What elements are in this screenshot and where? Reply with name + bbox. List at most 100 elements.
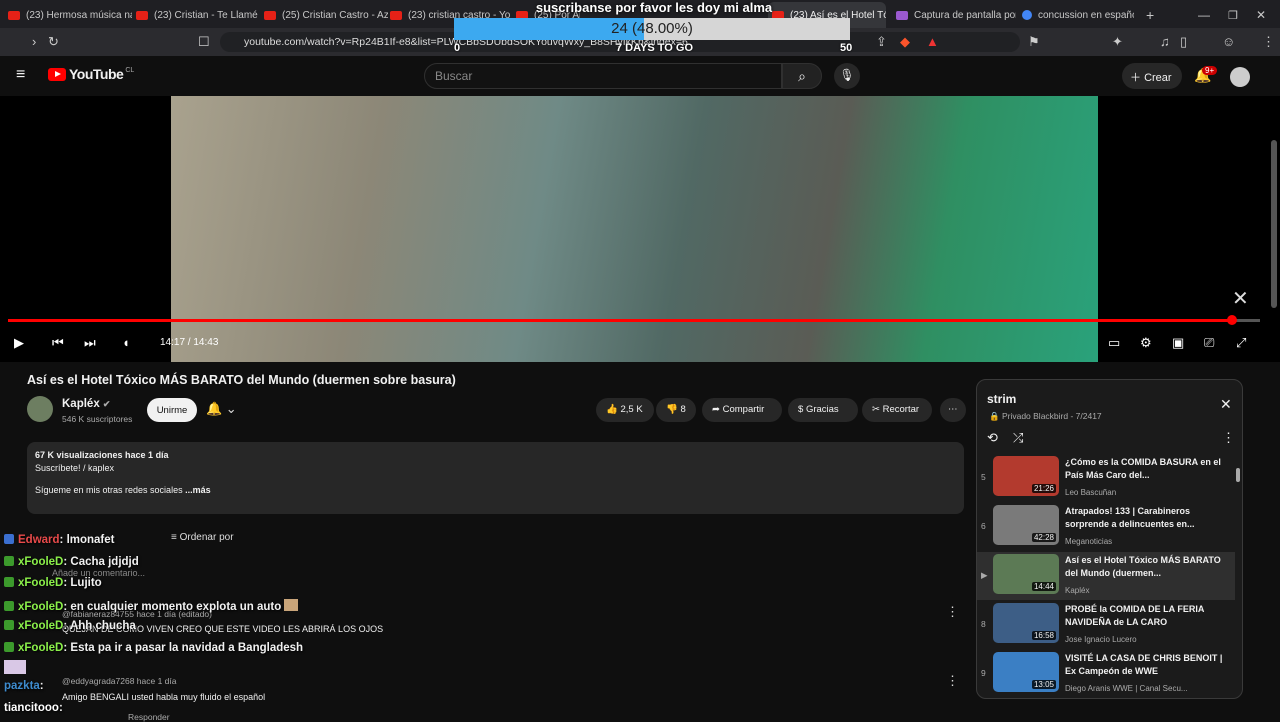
channel-avatar[interactable] xyxy=(27,396,53,422)
comment-menu-icon[interactable]: ⋮ xyxy=(946,673,959,689)
like-button[interactable]: 👍 2,5 K xyxy=(596,398,654,422)
account-avatar[interactable] xyxy=(1230,67,1250,87)
video-title: Así es el Hotel Tóxico MÁS BARATO del Mu… xyxy=(27,373,456,387)
join-button[interactable]: Unirme xyxy=(147,398,197,422)
video-player[interactable]: ✕ ▶ ⏮ ⏭ ◖ 14:17 / 14:43 ▭ ⚙ ▣ ⎚ ⤢ xyxy=(0,96,1280,362)
rewards-icon[interactable]: ▲ xyxy=(926,34,939,49)
chat-message: pazkta: xyxy=(4,680,44,692)
playlist-items: 5 21:26 ¿Cómo es la COMIDA BASURA en el … xyxy=(977,454,1242,698)
comment-menu-icon[interactable]: ⋮ xyxy=(946,604,959,620)
forward-icon[interactable]: › xyxy=(32,34,36,49)
playlist-item[interactable]: 9 13:05 VISITÉ LA CASA DE CHRIS BENOIT |… xyxy=(977,650,1235,698)
playlist-item[interactable]: 8 16:58 PROBÉ la COMIDA DE LA FERIA NAVI… xyxy=(977,601,1235,649)
fullscreen-icon[interactable]: ⤢ xyxy=(1236,335,1246,351)
stream-goal-value: 24 (48.00%) xyxy=(611,20,693,37)
sidebar-icon[interactable]: ▯ xyxy=(1180,34,1187,50)
browser-menu-icon[interactable]: ⋮ xyxy=(1262,34,1275,50)
play-icon[interactable]: ▶ xyxy=(14,335,24,351)
playlist-item-title: VISITÉ LA CASA DE CHRIS BENOIT | Ex Camp… xyxy=(1065,653,1223,676)
thanks-icon: $ xyxy=(798,404,806,415)
theater-mode-icon[interactable]: ▣ xyxy=(1172,335,1184,351)
video-scrubber-handle[interactable] xyxy=(1227,315,1238,325)
playlist-item-channel: Meganoticias xyxy=(1065,537,1113,546)
loop-icon[interactable]: ⟲ xyxy=(987,430,998,446)
youtube-logo[interactable]: YouTube CL xyxy=(48,66,134,82)
browser-tab[interactable]: (25) Cristian Castro - Azul xyxy=(264,4,388,26)
subscription-bell-icon[interactable]: 🔔 ⌄ xyxy=(206,401,237,417)
view-stats: 67 K visualizaciones hace 1 día xyxy=(35,450,169,460)
chat-badge-icon xyxy=(4,620,14,630)
new-tab-icon[interactable]: + xyxy=(1146,4,1154,26)
browser-tab[interactable]: Captura de pantalla por L xyxy=(896,4,1016,26)
browser-tab[interactable]: (23) Cristian - Te Llamé (C xyxy=(136,4,260,26)
browser-tab[interactable]: (23) Hermosa música navi xyxy=(8,4,132,26)
chat-badge-icon xyxy=(4,642,14,652)
hamburger-menu-icon[interactable]: ≡ xyxy=(16,66,25,84)
reload-icon[interactable]: ↻ xyxy=(48,34,59,50)
settings-gear-icon[interactable]: ⚙ xyxy=(1140,335,1152,351)
show-more-link[interactable]: ...más xyxy=(185,485,211,495)
description-line: Suscríbete! / kaplex xyxy=(35,463,115,473)
previous-icon[interactable]: ⏮ xyxy=(52,335,64,351)
dislike-button[interactable]: 👎 8 xyxy=(656,398,696,422)
playlist-item-current[interactable]: ▶ 14:44 Así es el Hotel Tóxico MÁS BARAT… xyxy=(977,552,1235,600)
search-button[interactable]: ⌕ xyxy=(782,63,822,89)
playlist-title[interactable]: strim xyxy=(987,392,1016,406)
share-button[interactable]: ➦ Compartir xyxy=(702,398,782,422)
youtube-favicon-icon xyxy=(136,10,148,20)
chat-badge-icon xyxy=(4,601,14,611)
brave-shield-icon[interactable]: ◆ xyxy=(900,34,910,50)
voice-search-button[interactable]: 🎙 xyxy=(834,63,860,89)
next-icon[interactable]: ⏭ xyxy=(84,335,96,351)
cast-icon[interactable]: ⎚ xyxy=(1204,335,1214,351)
playlist-item-title: PROBÉ la COMIDA DE LA FERIA NAVIDEÑA de … xyxy=(1065,604,1205,627)
search-input[interactable]: Buscar xyxy=(424,63,782,89)
more-actions-button[interactable]: ⋯ xyxy=(940,398,966,422)
description-line: Sígueme en mis otras redes sociales xyxy=(35,485,183,495)
media-icon[interactable]: ♫ xyxy=(1160,34,1170,49)
chat-badge-icon xyxy=(4,577,14,587)
extensions-icon[interactable]: ✦ xyxy=(1112,34,1123,50)
stream-chat-overlay: Edward: lmonafet xFooleD: Cacha jdjdjd x… xyxy=(0,528,310,720)
playlist-meta: 🔒 Privado Blackbird - 7/2417 xyxy=(989,411,1102,421)
bookmark-icon[interactable]: ☐ xyxy=(198,34,210,50)
shuffle-icon[interactable]: ⤮ xyxy=(1013,430,1023,446)
thanks-button[interactable]: $ Gracias xyxy=(788,398,858,422)
chat-message: xFooleD: en cualquier momento explota un… xyxy=(4,599,299,613)
subtitles-icon[interactable]: ▭ xyxy=(1108,335,1120,351)
video-thumbnail: 13:05 xyxy=(993,652,1059,692)
video-progress-bar[interactable] xyxy=(8,315,1260,325)
chat-message: xFooleD: Ahh chucha xyxy=(4,620,136,632)
video-time: 14:17 / 14:43 xyxy=(160,337,219,348)
clip-button[interactable]: ✂ Recortar xyxy=(862,398,932,422)
more-vertical-icon[interactable]: ⋮ xyxy=(1222,430,1235,446)
video-description[interactable]: 67 K visualizaciones hace 1 día Suscríbe… xyxy=(27,442,964,514)
translate-icon[interactable]: ⚑ xyxy=(1028,34,1040,50)
profile-icon[interactable]: ☺ xyxy=(1222,34,1235,49)
video-thumbnail: 42:28 xyxy=(993,505,1059,545)
chat-message: Edward: lmonafet xyxy=(4,534,115,546)
page-scrollbar[interactable] xyxy=(1271,140,1277,308)
screenshot-favicon-icon xyxy=(896,10,908,20)
more-horizontal-icon: ⋯ xyxy=(948,404,958,415)
video-frame xyxy=(171,96,1098,362)
playlist-item[interactable]: 6 42:28 Atrapados! 133 | Carabineros sor… xyxy=(977,503,1235,551)
volume-icon[interactable]: ◖ xyxy=(122,335,130,350)
maximize-icon[interactable]: ❐ xyxy=(1228,4,1238,26)
create-button[interactable]: ＋ Crear xyxy=(1122,63,1182,89)
minimize-icon[interactable]: — xyxy=(1198,4,1210,26)
playlist-scrollbar[interactable] xyxy=(1236,468,1240,482)
plus-icon: ＋ xyxy=(1130,72,1145,84)
window-close-icon[interactable]: ✕ xyxy=(1256,4,1266,26)
thumbs-up-icon: 👍 xyxy=(606,404,621,415)
channel-name[interactable]: Kapléx ✔ xyxy=(62,398,110,410)
playlist-item[interactable]: 5 21:26 ¿Cómo es la COMIDA BASURA en el … xyxy=(977,454,1235,502)
close-icon[interactable]: ✕ xyxy=(1220,396,1232,413)
subscriber-count: 546 K suscriptores xyxy=(62,414,133,424)
emote-icon xyxy=(4,660,26,674)
video-thumbnail: 21:26 xyxy=(993,456,1059,496)
share-page-icon[interactable]: ⇪ xyxy=(876,34,887,50)
browser-tab[interactable]: concussion en español - B xyxy=(1022,4,1134,26)
stream-goal-min: 0 xyxy=(454,42,461,54)
chat-message: xFooleD: Lujito xyxy=(4,577,102,589)
